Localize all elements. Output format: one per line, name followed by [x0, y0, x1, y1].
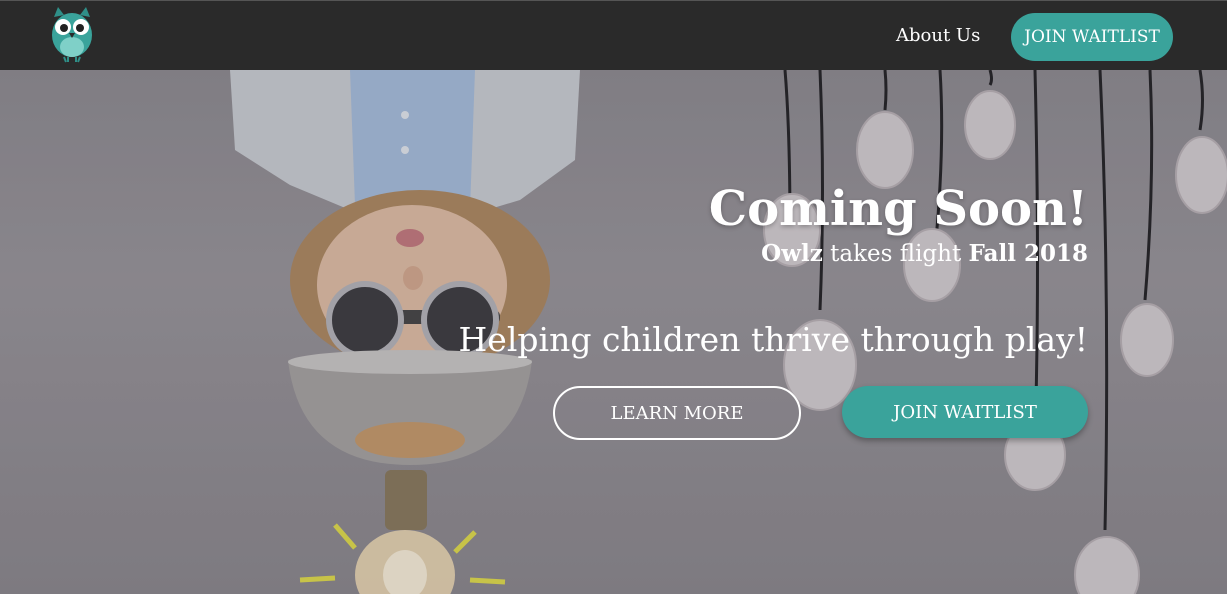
subline-season: Fall 2018 — [968, 240, 1088, 267]
hero-join-waitlist-button[interactable]: JOIN WAITLIST — [842, 386, 1088, 438]
hero-section: Coming Soon! Owlz takes flight Fall 2018… — [0, 70, 1227, 594]
subline-middle: takes flight — [822, 241, 969, 267]
learn-more-button[interactable]: LEARN MORE — [553, 386, 801, 440]
nav-join-waitlist-button[interactable]: JOIN WAITLIST — [1011, 13, 1173, 61]
top-navbar: About Us JOIN WAITLIST — [0, 0, 1227, 70]
subline-brand: Owlz — [761, 240, 823, 267]
hero-tagline: Helping children thrive through play! — [458, 320, 1088, 359]
nav-about-us-link[interactable]: About Us — [896, 25, 980, 46]
hero-subline: Owlz takes flight Fall 2018 — [761, 240, 1088, 267]
hero-headline: Coming Soon! — [708, 181, 1088, 237]
owl-logo-icon[interactable] — [48, 5, 96, 63]
